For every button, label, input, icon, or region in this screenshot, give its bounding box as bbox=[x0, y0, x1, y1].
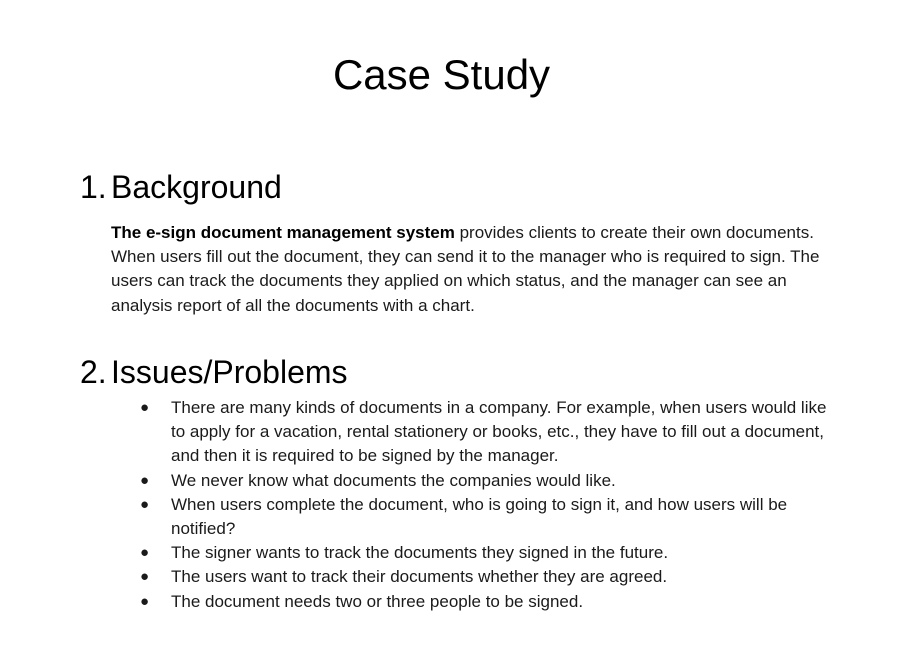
list-item: ● The document needs two or three people … bbox=[140, 590, 840, 614]
section-heading-background: 1. Background bbox=[80, 167, 282, 207]
bullet-icon: ● bbox=[140, 495, 150, 513]
section-number: 1. bbox=[80, 169, 107, 205]
list-item-text: We never know what documents the compani… bbox=[171, 470, 616, 490]
list-item: ● The signer wants to track the documents… bbox=[140, 541, 840, 565]
bullet-icon: ● bbox=[140, 544, 150, 562]
issues-list: ● There are many kinds of documents in a … bbox=[140, 396, 840, 614]
section-heading-issues: 2. Issues/Problems bbox=[80, 352, 348, 392]
list-item-text: The users want to track their documents … bbox=[171, 567, 668, 587]
list-item: ● There are many kinds of documents in a … bbox=[140, 396, 840, 469]
section-title: Issues/Problems bbox=[111, 354, 348, 390]
section-number: 2. bbox=[80, 354, 107, 390]
background-paragraph: The e-sign document management system pr… bbox=[111, 221, 826, 318]
section-title: Background bbox=[111, 169, 282, 205]
bullet-icon: ● bbox=[140, 471, 150, 489]
bullet-icon: ● bbox=[140, 568, 150, 586]
list-item-text: There are many kinds of documents in a c… bbox=[171, 398, 827, 466]
list-item: ● When users complete the document, who i… bbox=[140, 493, 840, 541]
list-item: ● We never know what documents the compan… bbox=[140, 469, 840, 493]
list-item-text: The signer wants to track the documents … bbox=[171, 543, 669, 563]
list-item-text: The document needs two or three people t… bbox=[171, 591, 584, 611]
list-item: ● The users want to track their documents… bbox=[140, 565, 840, 589]
bullet-icon: ● bbox=[140, 399, 150, 416]
bullet-icon: ● bbox=[140, 592, 150, 610]
background-bold-lead: The e-sign document management system bbox=[111, 223, 455, 242]
list-item-text: When users complete the document, who is… bbox=[171, 494, 788, 539]
document-title: Case Study bbox=[332, 51, 551, 98]
